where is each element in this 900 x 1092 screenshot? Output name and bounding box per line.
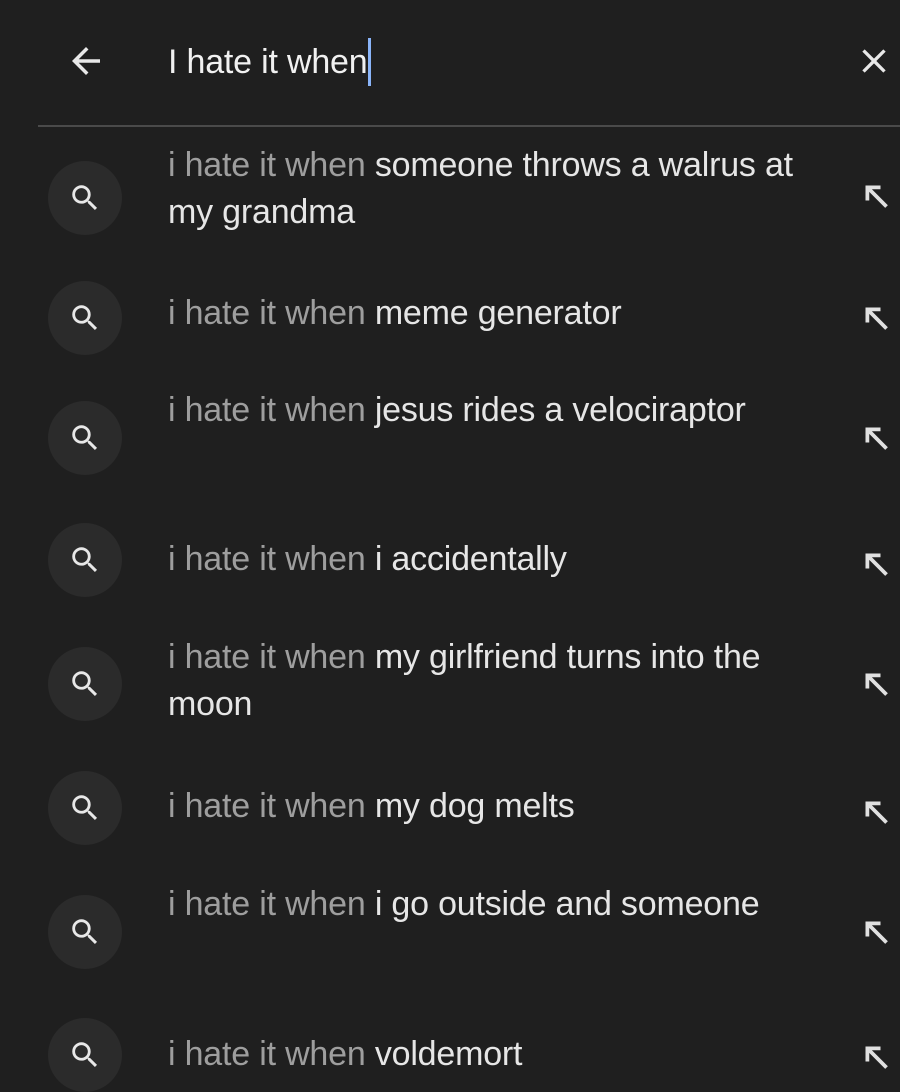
search-input[interactable]: I hate it when xyxy=(168,36,372,88)
suggestion-text: i hate it when meme generator xyxy=(168,290,828,337)
suggestion-completion: meme generator xyxy=(374,294,622,332)
search-query-text: I hate it when xyxy=(168,42,368,81)
fill-query-button[interactable] xyxy=(848,410,900,466)
fill-query-button[interactable] xyxy=(848,168,900,224)
suggestion-prefix: i hate it when xyxy=(168,146,366,184)
arrow-up-left-icon xyxy=(865,553,888,576)
suggestion-item[interactable]: i hate it when someone throws a walrus a… xyxy=(0,132,900,264)
arrow-left-icon xyxy=(72,47,100,75)
fill-query-button[interactable] xyxy=(848,536,900,592)
suggestion-item[interactable]: i hate it when my girlfriend turns into … xyxy=(0,624,900,756)
suggestion-text: i hate it when jesus rides a velocirapto… xyxy=(168,387,828,434)
search-bar: I hate it when xyxy=(0,0,900,126)
suggestion-text: i hate it when voldemort xyxy=(168,1031,828,1078)
suggestion-prefix: i hate it when xyxy=(168,885,366,923)
suggestion-prefix: i hate it when xyxy=(168,787,366,825)
suggestion-completion: jesus rides a velociraptor xyxy=(374,391,746,429)
suggestion-completion: my dog melts xyxy=(374,787,575,825)
suggestion-item[interactable]: i hate it when jesus rides a velocirapto… xyxy=(0,377,900,509)
back-button[interactable] xyxy=(58,36,114,86)
suggestion-completion: i accidentally xyxy=(374,540,567,578)
suggestion-prefix: i hate it when xyxy=(168,294,366,332)
suggestion-text: i hate it when my dog melts xyxy=(168,783,828,830)
suggestion-prefix: i hate it when xyxy=(168,391,366,429)
arrow-up-left-icon xyxy=(865,307,888,330)
close-icon xyxy=(862,49,886,73)
search-icon xyxy=(48,895,122,969)
suggestion-item[interactable]: i hate it when voldemort xyxy=(0,1015,900,1092)
fill-query-button[interactable] xyxy=(848,784,900,840)
search-icon xyxy=(48,1018,122,1092)
arrow-up-left-icon xyxy=(865,427,888,450)
suggestion-text: i hate it when my girlfriend turns into … xyxy=(168,634,828,728)
clear-button[interactable] xyxy=(848,36,900,86)
arrow-up-left-icon xyxy=(865,801,888,824)
arrow-up-left-icon xyxy=(865,185,888,208)
suggestion-text: i hate it when someone throws a walrus a… xyxy=(168,142,828,236)
suggestion-text: i hate it when i accidentally xyxy=(168,536,828,583)
suggestion-text: i hate it when i go outside and someone xyxy=(168,881,828,928)
suggestion-item[interactable]: i hate it when my dog melts xyxy=(0,767,900,855)
suggestion-prefix: i hate it when xyxy=(168,540,366,578)
suggestion-item[interactable]: i hate it when i go outside and someone xyxy=(0,871,900,1003)
suggestion-item[interactable]: i hate it when meme generator xyxy=(0,274,900,362)
arrow-up-left-icon xyxy=(865,673,888,696)
suggestion-item[interactable]: i hate it when i accidentally xyxy=(0,520,900,608)
fill-query-button[interactable] xyxy=(848,904,900,960)
suggestion-prefix: i hate it when xyxy=(168,1035,366,1073)
suggestion-completion: voldemort xyxy=(374,1035,523,1073)
fill-query-button[interactable] xyxy=(848,656,900,712)
fill-query-button[interactable] xyxy=(848,290,900,346)
search-divider xyxy=(38,125,900,127)
suggestion-completion: i go outside and someone xyxy=(374,885,760,923)
search-icon xyxy=(48,281,122,355)
suggestion-prefix: i hate it when xyxy=(168,638,366,676)
arrow-up-left-icon xyxy=(865,921,888,944)
arrow-up-left-icon xyxy=(865,1046,888,1069)
search-icon xyxy=(48,647,122,721)
search-icon xyxy=(48,401,122,475)
fill-query-button[interactable] xyxy=(848,1029,900,1085)
search-icon xyxy=(48,771,122,845)
search-icon xyxy=(48,161,122,235)
search-icon xyxy=(48,523,122,597)
text-cursor xyxy=(368,38,372,86)
